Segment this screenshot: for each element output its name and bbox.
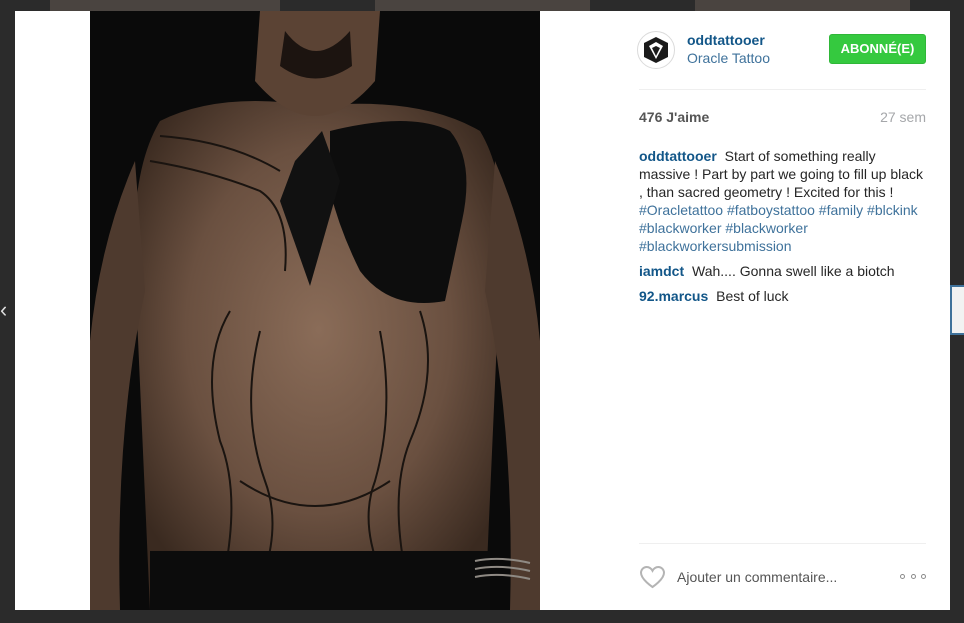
divider (639, 543, 926, 544)
heart-icon[interactable] (639, 565, 666, 589)
comments-list: oddtattooer Start of something really ma… (639, 147, 929, 312)
dot (900, 573, 905, 579)
background-thumbnail (375, 0, 590, 11)
background-thumbnail (50, 0, 280, 11)
hashtag[interactable]: #blackworker (639, 220, 721, 236)
more-options-icon[interactable] (900, 569, 926, 583)
hashtag[interactable]: #family (819, 202, 863, 218)
background-thumbnail (695, 0, 910, 11)
next-post-card[interactable] (950, 285, 964, 335)
comment: 92.marcus Best of luck (639, 287, 929, 305)
hashtag[interactable]: #fatboystattoo (727, 202, 815, 218)
previous-arrow-icon[interactable]: ‹ (0, 296, 6, 324)
divider (639, 89, 926, 90)
likes-count[interactable]: 476 J'aime (639, 109, 709, 125)
post-modal: oddtattooer Oracle Tattoo ABONNÉ(E) 476 … (15, 11, 950, 610)
comment-text: Best of luck (716, 288, 789, 304)
avatar[interactable] (637, 31, 675, 69)
avatar-logo-icon (644, 37, 668, 63)
hashtag[interactable]: #blckink (867, 202, 918, 218)
post-photo[interactable] (90, 11, 540, 610)
comment: iamdct Wah.... Gonna swell like a biotch (639, 262, 929, 280)
post-location[interactable]: Oracle Tattoo (687, 49, 770, 67)
post-actions (639, 563, 926, 591)
photo-area (15, 11, 615, 610)
hashtag[interactable]: #blackworker (725, 220, 807, 236)
hashtag[interactable]: #Oracletattoo (639, 202, 723, 218)
post-sidebar: oddtattooer Oracle Tattoo ABONNÉ(E) 476 … (615, 11, 950, 610)
comment-username[interactable]: iamdct (639, 263, 684, 279)
comment-text: Wah.... Gonna swell like a biotch (692, 263, 895, 279)
dot (921, 573, 926, 579)
caption-username[interactable]: oddtattooer (639, 148, 717, 164)
hashtag[interactable]: #blackworkersubmission (639, 238, 792, 254)
add-comment-input[interactable] (677, 566, 877, 588)
post-header: oddtattooer Oracle Tattoo ABONNÉ(E) (637, 31, 926, 71)
post-time[interactable]: 27 sem (880, 109, 926, 125)
post-username[interactable]: oddtattooer (687, 31, 765, 49)
caption: oddtattooer Start of something really ma… (639, 147, 929, 255)
dot (910, 573, 916, 579)
following-button[interactable]: ABONNÉ(E) (829, 34, 926, 64)
comment-username[interactable]: 92.marcus (639, 288, 708, 304)
